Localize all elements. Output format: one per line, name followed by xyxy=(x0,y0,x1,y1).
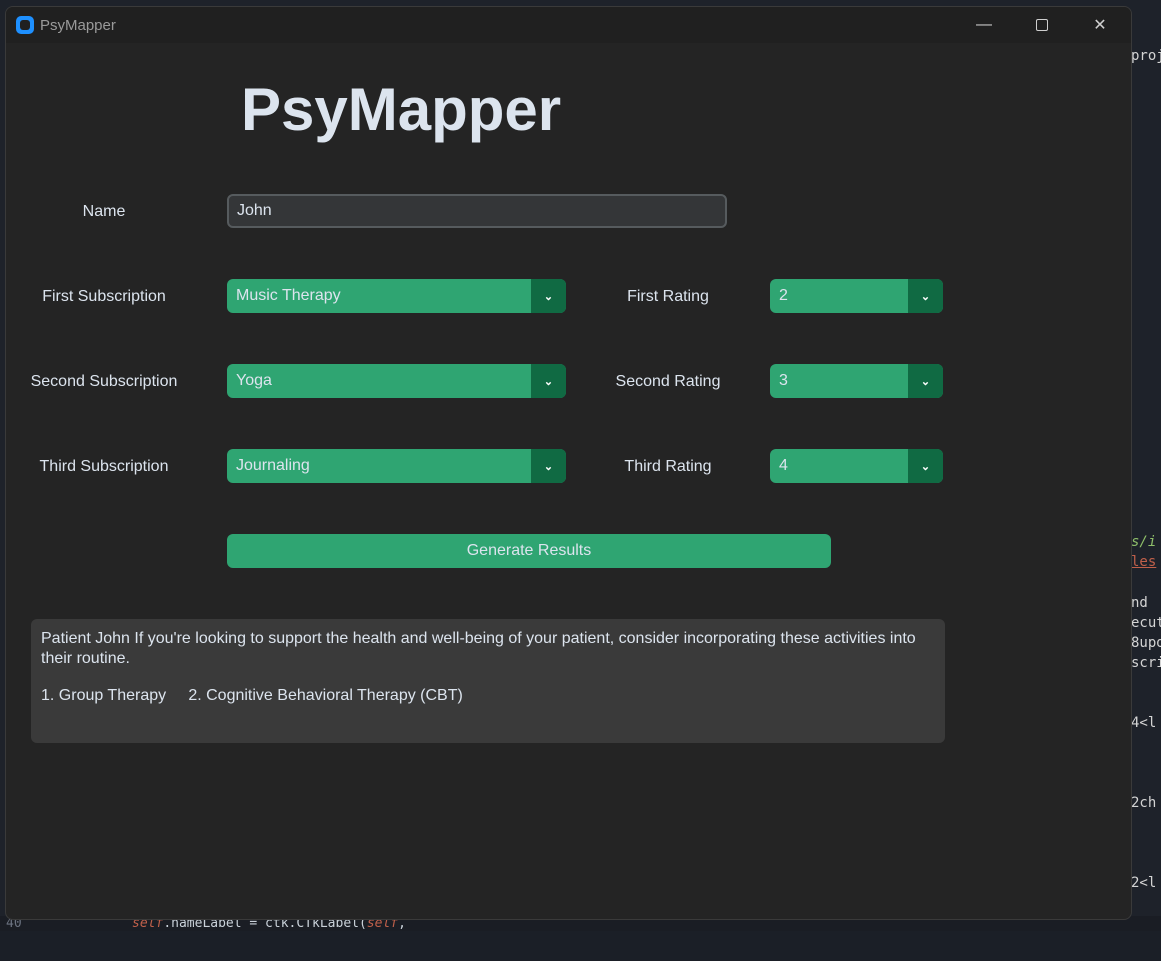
result-message: Patient John If you're looking to suppor… xyxy=(41,630,916,667)
third-rating-dropdown[interactable]: 4 ⌄ xyxy=(770,449,943,483)
third-subscription-label: Third Subscription xyxy=(39,458,169,475)
name-input[interactable]: John xyxy=(227,194,727,228)
close-button[interactable]: ✕ xyxy=(1071,7,1129,43)
editor-fragment: les xyxy=(1131,554,1157,570)
maximize-icon xyxy=(1036,19,1048,31)
maximize-button[interactable] xyxy=(1013,7,1071,43)
chevron-down-icon[interactable]: ⌄ xyxy=(908,449,943,483)
results-textbox[interactable]: Patient John If you're looking to suppor… xyxy=(31,619,945,743)
close-icon: ✕ xyxy=(1093,17,1107,34)
generate-results-button[interactable]: Generate Results xyxy=(227,534,831,568)
editor-fragment: proje xyxy=(1131,48,1161,64)
second-subscription-label: Second Subscription xyxy=(30,373,178,390)
editor-fragment: scri xyxy=(1131,655,1161,671)
chevron-down-icon[interactable]: ⌄ xyxy=(908,279,943,313)
second-rating-label: Second Rating xyxy=(615,373,721,390)
page-title: PsyMapper xyxy=(241,76,562,143)
editor-fragment: 4<l xyxy=(1131,715,1157,731)
editor-fragment: 2ch xyxy=(1131,795,1157,811)
first-subscription-dropdown[interactable]: Music Therapy ⌄ xyxy=(227,279,566,313)
second-subscription-dropdown[interactable]: Yoga ⌄ xyxy=(227,364,566,398)
first-rating-dropdown[interactable]: 2 ⌄ xyxy=(770,279,943,313)
chevron-down-icon[interactable]: ⌄ xyxy=(908,364,943,398)
window-title: PsyMapper xyxy=(40,17,116,34)
name-label: Name xyxy=(82,203,126,220)
editor-fragment: ecuti xyxy=(1131,615,1161,631)
chevron-down-icon[interactable]: ⌄ xyxy=(531,279,566,313)
minimize-icon: — xyxy=(976,16,992,33)
first-rating-label: First Rating xyxy=(627,288,709,305)
result-recommendations: 1. Group Therapy 2. Cognitive Behavioral… xyxy=(41,687,463,704)
minimize-button[interactable]: — xyxy=(955,7,1013,43)
chevron-down-icon[interactable]: ⌄ xyxy=(531,449,566,483)
second-rating-dropdown[interactable]: 3 ⌄ xyxy=(770,364,943,398)
editor-fragment: 2<l xyxy=(1131,875,1157,891)
third-subscription-dropdown[interactable]: Journaling ⌄ xyxy=(227,449,566,483)
first-subscription-label: First Subscription xyxy=(42,288,166,305)
editor-fragment: 8upd xyxy=(1131,635,1161,651)
title-bar[interactable]: PsyMapper — ✕ xyxy=(6,7,1131,43)
editor-fragment: nd xyxy=(1131,595,1148,611)
app-icon xyxy=(16,16,34,34)
third-rating-label: Third Rating xyxy=(624,458,712,475)
chevron-down-icon[interactable]: ⌄ xyxy=(531,364,566,398)
editor-fragment: s/i xyxy=(1131,534,1157,550)
app-window: PsyMapper — ✕ PsyMapper Name John First … xyxy=(5,6,1132,920)
